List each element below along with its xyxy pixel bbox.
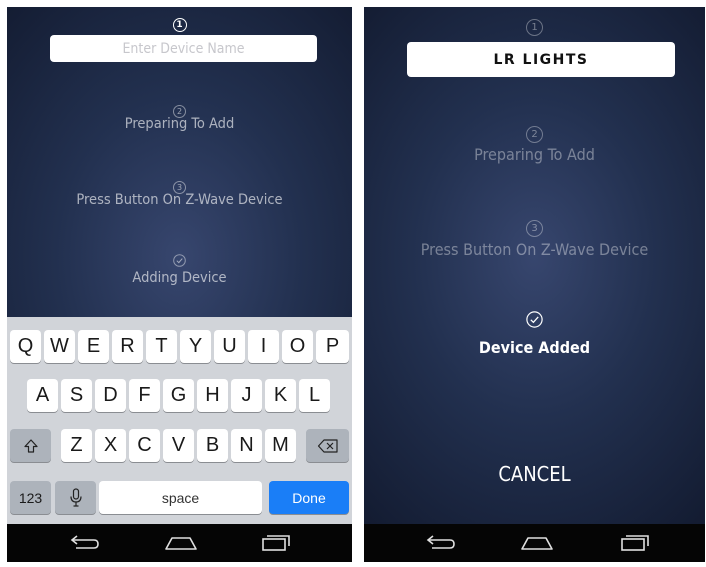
delete-key[interactable] [306, 429, 349, 462]
backspace-icon [317, 438, 338, 453]
key-b[interactable]: B [197, 429, 228, 462]
recent-apps-button[interactable] [246, 524, 306, 562]
key-x[interactable]: X [95, 429, 126, 462]
key-e[interactable]: E [78, 330, 109, 363]
device-name-field[interactable]: LR LIGHTS [407, 42, 675, 77]
android-nav-bar [7, 524, 352, 562]
left-phone-screen: 1 2 Preparing To Add 3 Press Button On Z… [7, 7, 352, 562]
cancel-button[interactable]: CANCEL [364, 462, 705, 486]
back-icon [426, 535, 455, 549]
step-4 [7, 252, 352, 271]
home-icon [521, 537, 553, 550]
right-phone-screen: 1 LR LIGHTS 2 Preparing To Add 3 Press B… [364, 7, 705, 562]
key-q[interactable]: Q [10, 330, 41, 363]
key-a[interactable]: A [27, 379, 58, 412]
key-u[interactable]: U [214, 330, 245, 363]
key-g[interactable]: G [163, 379, 194, 412]
key-c[interactable]: C [129, 429, 160, 462]
key-n[interactable]: N [231, 429, 262, 462]
on-screen-keyboard: Q W E R T Y U I O P A S D F G H J K L Z … [7, 317, 352, 524]
step-4-label: Adding Device [132, 270, 227, 286]
key-k[interactable]: K [265, 379, 296, 412]
key-d[interactable]: D [95, 379, 126, 412]
back-button[interactable] [54, 524, 114, 562]
step-3-label: Press Button On Z-Wave Device [420, 240, 649, 259]
key-r[interactable]: R [112, 330, 143, 363]
shift-icon [23, 438, 38, 453]
step-3: 3 [364, 216, 705, 237]
key-w[interactable]: W [44, 330, 75, 363]
check-circle-icon [173, 254, 186, 267]
recent-apps-icon [621, 535, 649, 551]
step-1: 1 [364, 15, 705, 36]
recent-apps-icon [262, 535, 290, 551]
key-s[interactable]: S [61, 379, 92, 412]
dictation-key[interactable] [55, 481, 96, 514]
key-y[interactable]: Y [180, 330, 211, 363]
key-o[interactable]: O [282, 330, 313, 363]
home-button[interactable] [151, 524, 211, 562]
back-icon [70, 535, 99, 549]
key-h[interactable]: H [197, 379, 228, 412]
step-2-number: 2 [526, 126, 543, 143]
back-button[interactable] [410, 524, 470, 562]
step-4-label: Device Added [478, 338, 591, 357]
home-icon [165, 537, 197, 550]
step-1: 1 [7, 12, 352, 32]
key-t[interactable]: T [146, 330, 177, 363]
home-button[interactable] [507, 524, 567, 562]
step-2-label: Preparing To Add [124, 116, 235, 132]
device-name-input[interactable] [50, 35, 317, 62]
key-l[interactable]: L [299, 379, 330, 412]
step-4 [364, 311, 705, 332]
android-nav-bar [364, 524, 705, 562]
key-z[interactable]: Z [61, 429, 92, 462]
check-circle-icon [526, 311, 543, 328]
recent-apps-button[interactable] [605, 524, 665, 562]
space-key[interactable]: space [99, 481, 262, 514]
shift-key[interactable] [10, 429, 51, 462]
key-f[interactable]: F [129, 379, 160, 412]
key-j[interactable]: J [231, 379, 262, 412]
step-2-label: Preparing To Add [474, 145, 595, 164]
step-2: 2 [364, 122, 705, 143]
key-m[interactable]: M [265, 429, 296, 462]
step-3-label: Press Button On Z-Wave Device [76, 192, 283, 208]
microphone-icon [69, 487, 82, 507]
numbers-key[interactable]: 123 [10, 481, 51, 514]
key-v[interactable]: V [163, 429, 194, 462]
key-p[interactable]: P [316, 330, 349, 363]
key-i[interactable]: I [248, 330, 279, 363]
step-1-number: 1 [526, 19, 543, 36]
step-3-number: 3 [526, 220, 543, 237]
done-key[interactable]: Done [269, 481, 349, 514]
step-1-number: 1 [172, 18, 187, 32]
